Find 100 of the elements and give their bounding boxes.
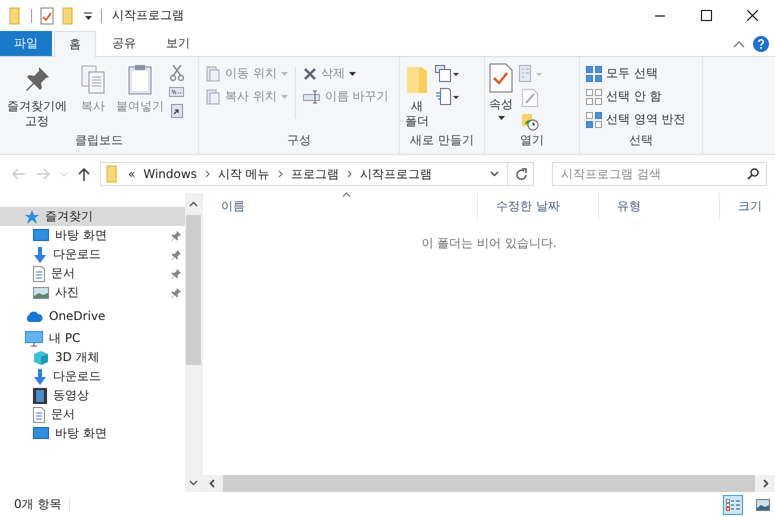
ribbon-tab[interactable]: 파일 (0, 31, 52, 56)
select-all-button[interactable]: 모두 선택 (582, 63, 690, 84)
new-folder-button[interactable]: 새 폴더 (402, 61, 432, 131)
download-icon (33, 246, 47, 262)
maximize-icon (700, 10, 712, 21)
breadcrumb[interactable]: 시작 메뉴 (218, 166, 270, 182)
column-header[interactable]: 수정한 날짜 (478, 193, 599, 219)
nav-label: OneDrive (49, 308, 106, 322)
star-icon (25, 210, 39, 224)
move-icon (205, 66, 221, 82)
cube-icon (33, 350, 49, 366)
picture-icon (33, 286, 49, 298)
nav-item[interactable]: 문서 (0, 405, 185, 424)
close-icon (746, 10, 758, 21)
nav-item[interactable]: 내 PC (0, 329, 185, 348)
new-item-icon[interactable] (435, 65, 459, 82)
details-view-button[interactable] (723, 494, 743, 514)
computer-icon (25, 330, 43, 346)
breadcrumb[interactable]: 시작프로그램 (360, 166, 432, 182)
empty-folder-message: 이 폴더는 비어 있습니다. (420, 235, 558, 252)
scroll-up-icon[interactable] (189, 201, 198, 207)
download-icon (33, 368, 47, 384)
grid-icon (586, 88, 602, 104)
nav-item[interactable]: 동영상 (0, 386, 185, 405)
properties-button[interactable]: 속성 (487, 61, 515, 122)
nav-item[interactable]: 다운로드 (0, 367, 185, 386)
scroll-right-icon[interactable] (763, 479, 769, 488)
nav-label: 바탕 화면 (55, 227, 107, 244)
search-icon (747, 168, 759, 180)
chevron-icon (346, 170, 352, 178)
properties-icon (489, 63, 513, 93)
paste-shortcut-icon[interactable] (170, 103, 182, 118)
column-header[interactable]: 유형 (599, 193, 720, 219)
nav-label: 동영상 (53, 387, 89, 404)
nav-label: 다운로드 (53, 246, 101, 263)
column-header[interactable]: 크기 (720, 193, 775, 219)
window-title: 시작프로그램 (112, 7, 184, 24)
up-icon[interactable] (78, 167, 90, 181)
nav-item[interactable]: OneDrive (0, 306, 185, 325)
caret-icon (280, 72, 288, 76)
film-icon (33, 388, 47, 404)
item-count: 0개 항목 (14, 496, 62, 513)
document-icon (33, 406, 45, 422)
address-bar[interactable]: « Windows 시작 메뉴 프로그램 시작프로그램 (100, 162, 534, 186)
cloud-icon (25, 310, 43, 322)
vertical-scrollbar[interactable] (185, 193, 202, 492)
ribbon-tab[interactable]: 공유 (98, 31, 150, 56)
help-icon[interactable] (753, 36, 769, 52)
ribbon-tab[interactable]: 홈 (54, 31, 96, 57)
nav-label: 3D 개체 (55, 349, 100, 366)
select-none-button[interactable]: 선택 안 함 (582, 86, 690, 107)
nav-item[interactable]: 바탕 화면 (0, 226, 185, 245)
caret-icon (498, 116, 504, 120)
history-icon[interactable] (521, 113, 539, 131)
nav-item[interactable]: 3D 개체 (0, 348, 185, 367)
caret-icon (280, 94, 288, 98)
close-icon (302, 66, 317, 80)
scissors-icon[interactable] (170, 65, 184, 81)
rename-icon (302, 90, 321, 104)
desktop-icon (33, 427, 49, 440)
chevron-icon (204, 170, 210, 178)
overflow-chevron[interactable]: « (128, 167, 136, 181)
desktop-icon (33, 229, 49, 242)
refresh-icon[interactable] (516, 168, 528, 180)
caret-icon (348, 72, 356, 76)
nav-label: 사진 (55, 284, 79, 301)
nav-label: 바탕 화면 (55, 425, 107, 442)
nav-label: 다운로드 (53, 368, 101, 385)
breadcrumb[interactable]: 프로그램 (290, 166, 339, 182)
document-icon (33, 266, 45, 282)
group-label: 선택 (628, 132, 654, 149)
scroll-down-icon[interactable] (189, 480, 198, 486)
column-header[interactable]: 이름 (203, 193, 478, 219)
breadcrumb[interactable]: Windows (143, 167, 197, 181)
pin-to-quick-access-button[interactable]: 즐겨찾기에 고정 (2, 61, 72, 131)
group-label: 새로 만들기 (409, 132, 475, 149)
group-label: 구성 (286, 132, 312, 149)
invert-selection-button[interactable]: 선택 영역 반전 (582, 109, 690, 130)
grid-icon (586, 66, 602, 82)
horizontal-scrollbar[interactable] (203, 475, 775, 492)
search-field[interactable]: 시작프로그램 검색 (552, 162, 767, 186)
nav-item[interactable]: 사진 (0, 283, 185, 302)
caret-icon[interactable] (84, 12, 93, 20)
copy-icon (205, 88, 221, 104)
nav-item[interactable]: 바탕 화면 (0, 424, 185, 443)
easy-access-icon[interactable] (435, 88, 459, 105)
ribbon-tab[interactable]: 보기 (152, 31, 204, 56)
collapse-ribbon-icon[interactable] (733, 40, 745, 48)
nav-label: 즐겨찾기 (45, 208, 93, 225)
scroll-left-icon[interactable] (209, 479, 215, 488)
properties-icon[interactable] (40, 6, 54, 24)
nav-item[interactable]: 다운로드 (0, 245, 185, 264)
chevron-icon (278, 170, 283, 178)
grid-icon (586, 112, 602, 128)
nav-item[interactable]: 즐겨찾기 (0, 207, 185, 226)
nav-label: 문서 (51, 265, 75, 282)
copy-path-icon[interactable] (169, 87, 184, 97)
nav-item[interactable]: 문서 (0, 264, 185, 283)
group-label: 클립보드 (74, 132, 124, 149)
dropdown-icon[interactable] (490, 171, 499, 177)
